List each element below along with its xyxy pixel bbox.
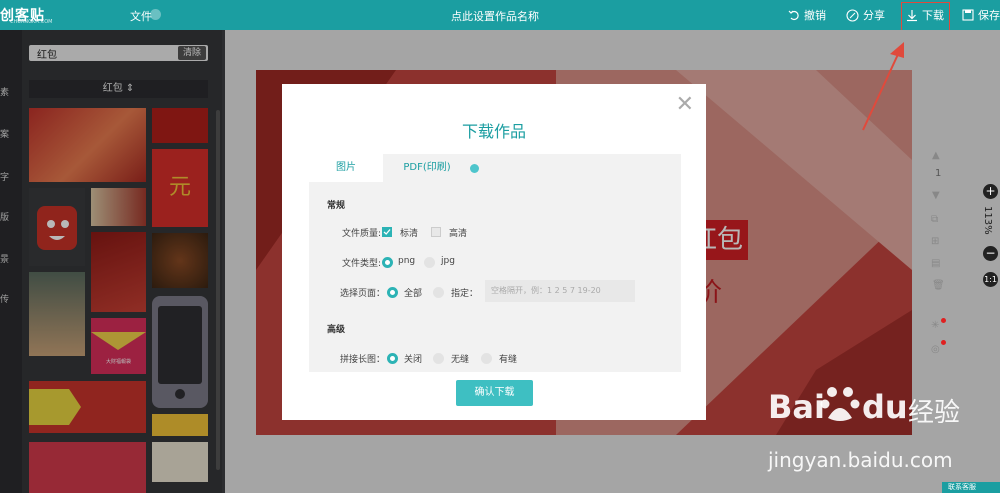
annotation-arrow xyxy=(862,42,904,131)
add-page-icon[interactable]: ⊞ xyxy=(931,236,939,247)
save-button[interactable]: 保存 xyxy=(962,0,1000,30)
logo-subtitle: CHUANGKIT.COM xyxy=(10,19,53,25)
page-number: 1 xyxy=(935,168,942,179)
confirm-download-button[interactable]: 确认下载 xyxy=(456,380,533,406)
document-title[interactable]: 点此设置作品名称 xyxy=(400,8,590,24)
stitch-seamless-label: 无缝 xyxy=(451,355,470,365)
share-label: 分享 xyxy=(863,9,885,22)
share-button[interactable]: 分享 xyxy=(846,0,885,30)
page-down-icon[interactable]: ▼ xyxy=(932,190,940,201)
zoom-out-button[interactable]: − xyxy=(983,246,998,261)
stitch-seamed-radio[interactable] xyxy=(481,353,492,364)
download-highlight-box xyxy=(901,2,950,33)
stitch-off-radio[interactable] xyxy=(387,353,398,364)
pages-specify-radio[interactable] xyxy=(433,287,444,298)
type-png-radio[interactable] xyxy=(382,257,393,268)
tab-pdf-label: PDF(印刷) xyxy=(403,162,451,173)
delete-page-icon[interactable]: 🗑 xyxy=(932,280,945,291)
contact-support-button[interactable]: 联系客服 xyxy=(942,482,1000,493)
notification-dot xyxy=(941,318,946,323)
section-advanced: 高级 xyxy=(327,325,346,335)
paste-icon[interactable]: ▤ xyxy=(931,258,940,269)
undo-icon xyxy=(788,10,799,21)
pages-all-label: 全部 xyxy=(404,289,423,299)
stitch-off-label: 关闭 xyxy=(404,355,423,365)
close-icon[interactable]: ✕ xyxy=(676,92,694,117)
baidu-paw-icon xyxy=(820,387,860,421)
loading-icon: ✳ xyxy=(931,320,940,331)
quality-label: 文件质量: xyxy=(341,229,381,239)
type-png-label: png xyxy=(398,256,416,266)
watermark-service: 经验 xyxy=(908,398,961,428)
top-toolbar: 创客贴 CHUANGKIT.COM 文件 点此设置作品名称 撤销 分享 下载 保… xyxy=(0,0,1000,30)
settings-icon[interactable]: ◎ xyxy=(931,344,940,355)
undo-button[interactable]: 撤销 xyxy=(788,0,826,30)
quality-standard-label: 标清 xyxy=(400,229,419,239)
download-dialog: ✕ 下载作品 图片 PDF(印刷) 常规 文件质量: 标清 高清 文件类型: p… xyxy=(282,84,706,420)
quality-standard-checkbox[interactable] xyxy=(382,227,392,237)
section-general: 常规 xyxy=(327,201,346,211)
stitch-seamless-radio[interactable] xyxy=(433,353,444,364)
tab-image[interactable]: 图片 xyxy=(309,154,383,182)
stitch-label: 拼接长图： xyxy=(339,355,385,365)
type-jpg-radio[interactable] xyxy=(424,257,435,268)
stitch-seamed-label: 有缝 xyxy=(499,355,518,365)
zoom-level: 113% xyxy=(982,206,993,235)
pages-all-radio[interactable] xyxy=(387,287,398,298)
quality-high-checkbox[interactable] xyxy=(431,227,441,237)
tab-pdf[interactable]: PDF(印刷) xyxy=(397,154,457,182)
tab-pdf-badge xyxy=(470,164,479,173)
type-label: 文件类型: xyxy=(341,259,381,269)
format-tabs: 图片 PDF(印刷) xyxy=(309,154,681,182)
notification-dot xyxy=(941,340,946,345)
dialog-body: 常规 文件质量: 标清 高清 文件类型: png jpg 选择页面： 全部 指定… xyxy=(309,182,681,372)
copy-page-icon[interactable]: ⧉ xyxy=(931,214,938,225)
watermark-brand: Bai xyxy=(768,388,825,426)
zoom-in-button[interactable]: + xyxy=(983,184,998,199)
pages-input[interactable]: 空格隔开，例：1 2 5 7 19-20 xyxy=(485,280,635,302)
save-icon xyxy=(962,9,974,21)
type-jpg-label: jpg xyxy=(441,256,455,266)
dialog-title: 下载作品 xyxy=(461,122,526,141)
pages-label: 选择页面： xyxy=(339,289,385,299)
watermark-url: jingyan.baidu.com xyxy=(768,448,953,472)
share-icon xyxy=(846,8,859,22)
pages-specify-label: 指定： xyxy=(451,289,479,299)
save-label: 保存 xyxy=(978,9,1000,22)
fit-button[interactable]: 1:1 xyxy=(983,272,998,287)
page-up-icon[interactable]: ▲ xyxy=(932,150,940,161)
file-menu-indicator xyxy=(150,9,161,20)
watermark-brand-2: du xyxy=(862,388,908,426)
quality-high-label: 高清 xyxy=(449,229,468,239)
file-menu[interactable]: 文件 xyxy=(130,8,152,24)
undo-label: 撤销 xyxy=(804,9,826,22)
